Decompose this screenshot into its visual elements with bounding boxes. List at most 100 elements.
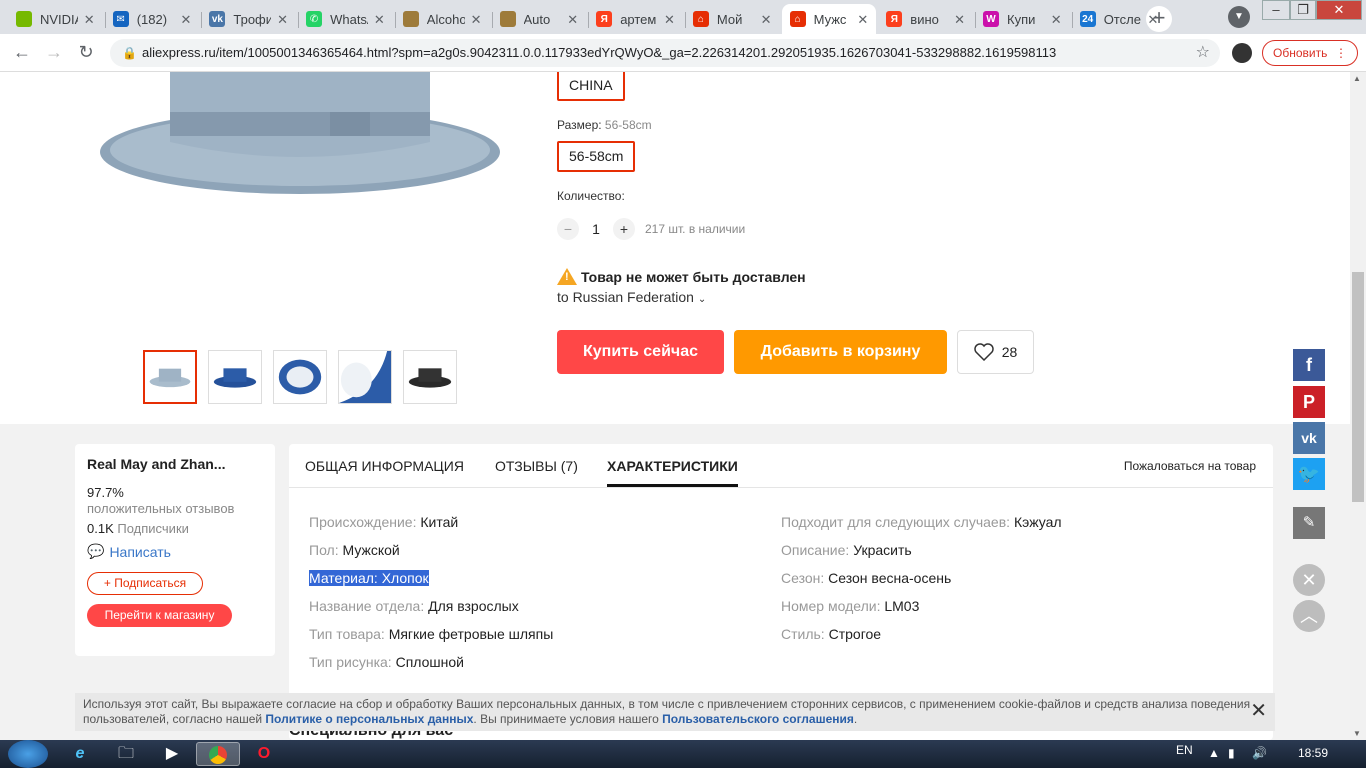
write-message-link[interactable]: 💬 Написать	[87, 543, 263, 560]
close-window-button[interactable]: ✕	[1316, 0, 1362, 20]
close-icon[interactable]: ✕	[1293, 564, 1325, 596]
opera-icon[interactable]: O	[242, 742, 286, 766]
back-arrow-icon[interactable]: ←	[10, 42, 34, 63]
aliexpress-icon: ⌂	[692, 11, 709, 27]
tab-close-icon[interactable]: ✕	[1051, 12, 1062, 28]
update-button[interactable]: Обновить ⋮	[1262, 40, 1358, 66]
size-option[interactable]: 56-58cm	[557, 141, 636, 172]
quantity-decrease-button[interactable]: −	[557, 218, 579, 240]
scrollbar-thumb[interactable]	[1352, 272, 1364, 502]
browser-tab[interactable]: Яартем ✕	[588, 4, 683, 34]
twitter-icon[interactable]: 🐦	[1293, 458, 1325, 490]
maximize-button[interactable]: ❐	[1290, 0, 1316, 20]
browser-tab[interactable]: Alcohol ✕	[394, 4, 490, 34]
go-to-store-button[interactable]: Перейти к магазину	[87, 604, 232, 627]
network-icon[interactable]: ▮	[1228, 746, 1235, 760]
tab-close-icon[interactable]: ✕	[471, 12, 482, 28]
volume-icon[interactable]: 🔊	[1252, 746, 1267, 760]
thumbnail-5[interactable]	[403, 350, 457, 404]
tab-reviews[interactable]: ОТЗЫВЫ (7)	[495, 458, 578, 474]
start-button[interactable]	[8, 740, 48, 768]
tray-arrow-icon[interactable]: ▲	[1208, 746, 1220, 760]
tab-close-icon[interactable]: ✕	[84, 12, 95, 28]
cookie-banner: Используя этот сайт, Вы выражаете соглас…	[75, 693, 1275, 731]
wishlist-button[interactable]: 28	[957, 330, 1034, 374]
tab-title: вино	[910, 11, 939, 27]
size-value: 56-58cm	[604, 118, 652, 132]
page-scrollbar[interactable]: ▲ ▼	[1350, 72, 1366, 740]
browser-tab[interactable]: ✆ WhatsApp ✕	[298, 4, 393, 34]
update-label: Обновить	[1273, 46, 1328, 60]
thumbnail-1[interactable]	[143, 350, 197, 404]
address-bar[interactable]: 🔒 aliexpress.ru/item/1005001346365464.ht…	[110, 39, 1220, 67]
spec-key: Название отдела:	[309, 598, 425, 614]
country-selector[interactable]: to Russian Federation ⌄	[557, 289, 706, 305]
thumbnail-4[interactable]	[338, 350, 392, 404]
spec-row: Стиль: Строгое	[781, 626, 881, 642]
user-agreement-link[interactable]: Пользовательского соглашения	[662, 712, 854, 726]
browser-tab[interactable]: vk Трофи ✕	[201, 4, 296, 34]
forward-arrow-icon[interactable]: →	[42, 42, 66, 63]
browser-tab[interactable]: ⌂ Мой ✕	[684, 4, 780, 34]
language-indicator[interactable]: EN	[1176, 743, 1193, 757]
warning-text: Товар не может быть доставлен	[581, 268, 806, 285]
media-player-icon[interactable]: ▶	[150, 742, 194, 766]
browser-tab[interactable]: NVIDIA ✕	[8, 4, 103, 34]
tab-close-icon[interactable]: ✕	[857, 12, 868, 28]
tab-close-icon[interactable]: ✕	[567, 12, 578, 28]
edit-icon[interactable]: ✎	[1293, 507, 1325, 539]
mail-icon: ✉	[112, 11, 129, 27]
internet-explorer-icon[interactable]: e	[58, 742, 102, 766]
browser-tab[interactable]: ✉ (182) ✕	[104, 4, 200, 34]
tab-close-icon[interactable]: ✕	[761, 12, 772, 28]
scroll-to-top-icon[interactable]: ︿	[1293, 600, 1325, 632]
spec-key: Тип рисунка:	[309, 654, 392, 670]
browser-tab[interactable]: ⌂ Мужс ✕	[781, 4, 877, 34]
bookmark-star-icon[interactable]: ☆	[1196, 39, 1210, 67]
tab-title: Alcohol	[426, 11, 465, 27]
spec-key: Стиль:	[781, 626, 825, 642]
pinterest-icon[interactable]: P	[1293, 386, 1325, 418]
quantity-value[interactable]: 1	[579, 221, 613, 237]
country-label: to Russian Federation	[557, 289, 694, 305]
avatar[interactable]	[1232, 43, 1252, 63]
tab-close-icon[interactable]: ✕	[277, 12, 288, 28]
browser-tab[interactable]: Auto ✕	[491, 4, 587, 34]
browser-tab[interactable]: 24 Отсле ✕	[1071, 4, 1167, 34]
chrome-taskbar-icon[interactable]	[196, 742, 240, 766]
spec-row: Номер модели: LM03	[781, 598, 919, 614]
tab-close-icon[interactable]: ✕	[374, 12, 385, 28]
vk-icon[interactable]: vk	[1293, 422, 1325, 454]
tab-close-icon[interactable]: ✕	[180, 12, 191, 28]
browser-tab[interactable]: Явино ✕	[878, 4, 973, 34]
scroll-up-arrow-icon[interactable]: ▲	[1353, 74, 1361, 83]
tab-general[interactable]: ОБЩАЯ ИНФОРМАЦИЯ	[305, 458, 464, 474]
browser-tab[interactable]: W Купи ✕	[975, 4, 1070, 34]
file-explorer-icon[interactable]: 🗀	[104, 742, 148, 766]
report-link[interactable]: Пожаловаться на товар	[1124, 459, 1256, 473]
thumbnail-3[interactable]	[273, 350, 327, 404]
subscribe-button[interactable]: + Подписаться	[87, 572, 203, 595]
reload-icon[interactable]: ↻	[74, 42, 98, 63]
tab-close-icon[interactable]: ✕	[954, 12, 965, 28]
store-name[interactable]: Real May and Zhan...	[87, 456, 263, 472]
add-to-cart-button[interactable]: Добавить в корзину	[734, 330, 947, 374]
buy-now-button[interactable]: Купить сейчас	[557, 330, 724, 374]
minimize-button[interactable]: –	[1262, 0, 1290, 20]
product-main-image	[100, 72, 500, 194]
privacy-policy-link[interactable]: Политике о персональных данных	[265, 712, 473, 726]
tab-close-icon[interactable]: ✕	[664, 12, 675, 28]
followers-label: Подписчики	[117, 521, 189, 536]
thumbnail-2[interactable]	[208, 350, 262, 404]
ship-from-option[interactable]: CHINA	[557, 72, 625, 101]
lock-icon: 🔒	[122, 46, 137, 60]
profile-menu-icon[interactable]: ▼	[1228, 6, 1250, 28]
write-label: Написать	[109, 543, 171, 560]
scroll-down-arrow-icon[interactable]: ▼	[1353, 729, 1361, 738]
cookie-close-icon[interactable]: ✕	[1250, 701, 1267, 721]
facebook-icon[interactable]: f	[1293, 349, 1325, 381]
clock[interactable]: 18:59	[1298, 746, 1328, 760]
tab-specs[interactable]: ХАРАКТЕРИСТИКИ	[607, 458, 738, 487]
quantity-increase-button[interactable]: +	[613, 218, 635, 240]
tab-close-icon[interactable]: ✕	[1147, 12, 1158, 28]
